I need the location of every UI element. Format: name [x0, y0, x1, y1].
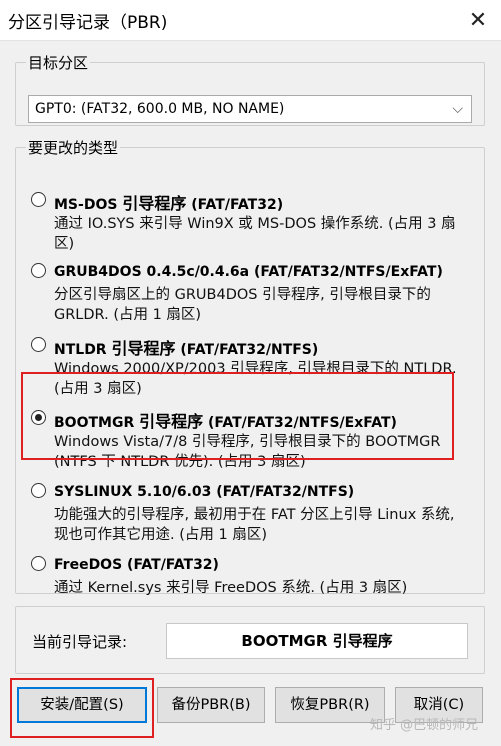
option-title: MS-DOS 引导程序 (FAT/FAT32): [54, 194, 284, 213]
radio-ntldr[interactable]: [31, 337, 46, 352]
radio-syslinux[interactable]: [31, 483, 46, 498]
option-description: 分区引导扇区上的 GRUB4DOS 引导程序, 引导根目录下的 GRLDR. (…: [54, 287, 431, 323]
install-button[interactable]: 安装/配置(S): [17, 687, 147, 723]
radio-freedos[interactable]: [31, 556, 46, 571]
option-description: Windows 2000/XP/2003 引导程序, 引导根目录下的 NTLDR…: [54, 361, 457, 397]
radio-msdos[interactable]: [31, 192, 46, 207]
target-partition-value: GPT0: (FAT32, 600.0 MB, NO NAME): [35, 101, 285, 117]
target-partition-select[interactable]: GPT0: (FAT32, 600.0 MB, NO NAME) ⌵: [28, 95, 472, 123]
option-description: 功能强大的引导程序, 最初用于在 FAT 分区上引导 Linux 系统, 现也可…: [54, 507, 455, 543]
option-description: Windows Vista/7/8 引导程序, 引导根目录下的 BOOTMGR …: [54, 434, 441, 470]
radio-bootmgr[interactable]: [31, 410, 46, 425]
restore-pbr-button[interactable]: 恢复PBR(R): [275, 687, 385, 723]
close-icon[interactable]: ✕: [455, 0, 501, 40]
option-title: FreeDOS (FAT/FAT32): [54, 557, 219, 573]
window-title: 分区引导记录（PBR): [8, 13, 168, 33]
option-title: SYSLINUX 5.10/6.03 (FAT/FAT32/NTFS): [54, 484, 355, 500]
chevron-down-icon: ⌵: [452, 101, 463, 117]
option-description: 通过 Kernel.sys 来引导 FreeDOS 系统. (占用 3 扇区): [54, 580, 408, 596]
option-title: GRUB4DOS 0.4.5c/0.4.6a (FAT/FAT32/NTFS/E…: [54, 264, 443, 280]
option-title: NTLDR 引导程序 (FAT/FAT32/NTFS): [54, 339, 319, 358]
option-title: BOOTMGR 引导程序 (FAT/FAT32/NTFS/ExFAT): [54, 412, 397, 431]
boot-type-group: 要更改的类型 MS-DOS 引导程序 (FAT/FAT32) 通过 IO.SYS…: [15, 137, 485, 596]
watermark: 知乎 @巴顿的师兄: [370, 718, 479, 733]
title-bar: 分区引导记录（PBR) ✕: [0, 0, 501, 41]
target-partition-group: 目标分区 GPT0: (FAT32, 600.0 MB, NO NAME) ⌵: [15, 52, 485, 126]
current-record-group: 当前引导记录: BOOTMGR 引导程序: [15, 606, 485, 674]
current-record-value: BOOTMGR 引导程序: [166, 623, 468, 659]
target-partition-legend: 目标分区: [28, 54, 89, 72]
boot-type-legend: 要更改的类型: [28, 139, 119, 157]
backup-pbr-button[interactable]: 备份PBR(B): [157, 687, 265, 723]
current-record-label: 当前引导记录:: [32, 633, 128, 651]
option-description: 通过 IO.SYS 来引导 Win9X 或 MS-DOS 操作系统. (占用 3…: [54, 216, 456, 252]
radio-grub4dos[interactable]: [31, 263, 46, 278]
